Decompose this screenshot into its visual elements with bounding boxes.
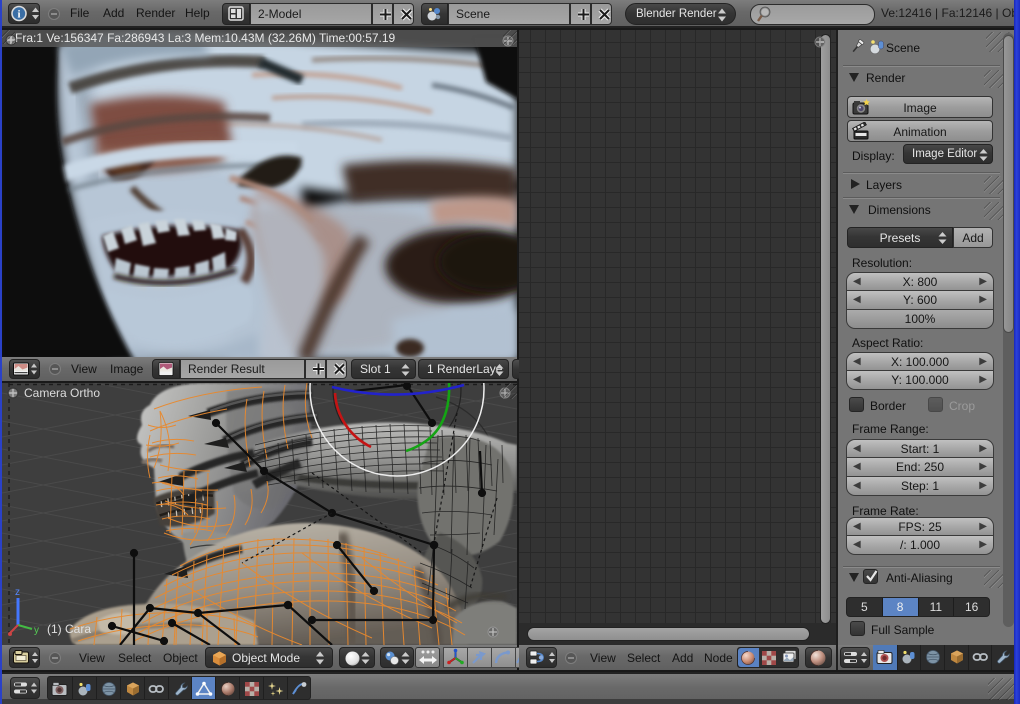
svg-text:y: y (34, 625, 39, 636)
svg-text:(1) Cara: (1) Cara (47, 622, 91, 636)
svg-text:i: i (17, 9, 20, 21)
svg-text:z: z (15, 587, 20, 598)
svg-text:Camera Ortho: Camera Ortho (24, 386, 100, 400)
